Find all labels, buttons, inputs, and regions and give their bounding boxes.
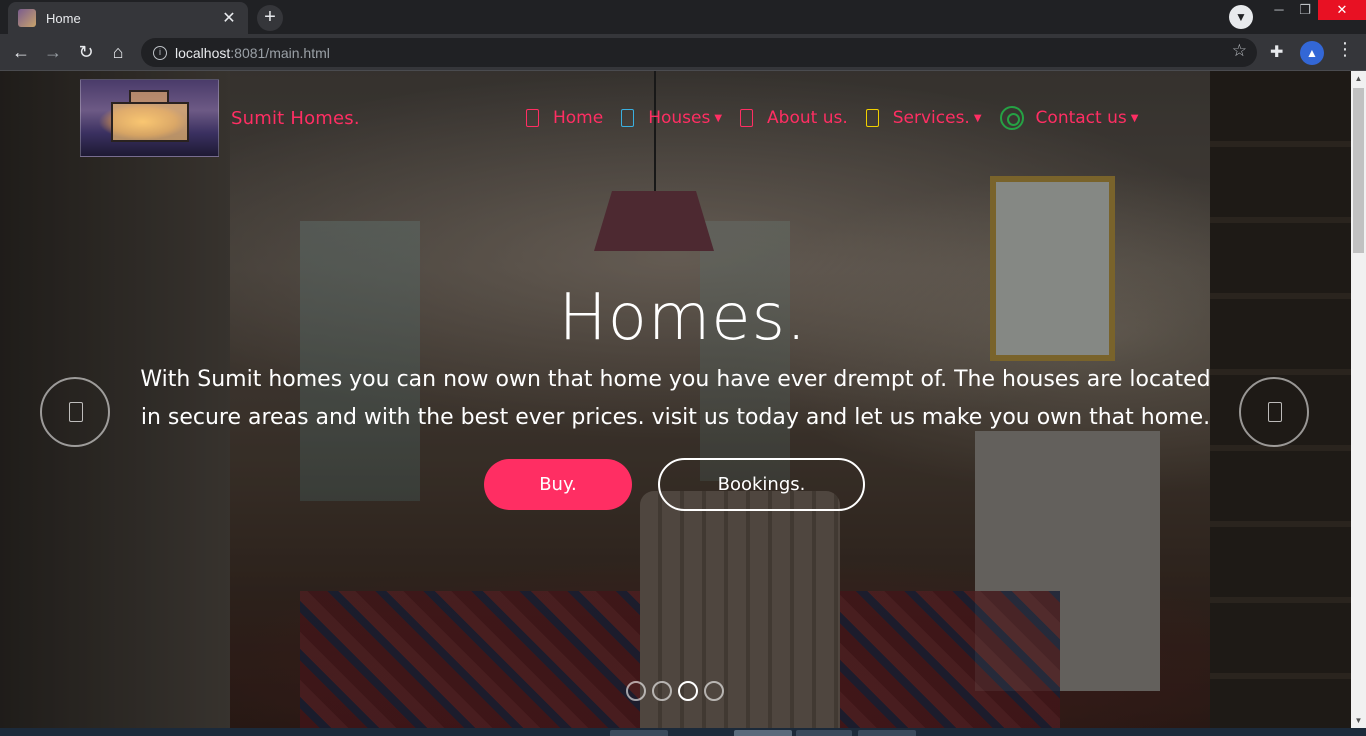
- address-bar[interactable]: i localhost:8081/main.html ☆: [141, 38, 1257, 67]
- caret-down-icon: ▼: [973, 112, 982, 124]
- carousel-indicator[interactable]: [652, 681, 672, 701]
- taskbar-item[interactable]: [734, 730, 792, 736]
- url-host: localhost: [175, 44, 231, 61]
- reload-icon[interactable]: ↻: [74, 40, 98, 64]
- extensions-icon[interactable]: ✚: [1270, 42, 1283, 62]
- browser-tab[interactable]: Home ✕: [8, 2, 248, 34]
- back-icon[interactable]: ←: [9, 40, 33, 64]
- taskbar-item[interactable]: [858, 730, 916, 736]
- favicon-icon: [18, 9, 36, 27]
- services-icon: [865, 109, 879, 127]
- nav-item-label: Home: [553, 108, 604, 128]
- brand-name[interactable]: Sumit Homes.: [231, 108, 360, 129]
- prev-icon: [69, 402, 83, 422]
- carousel-indicator[interactable]: [704, 681, 724, 701]
- hero-description: With Sumit homes you can now own that ho…: [140, 367, 1211, 430]
- carousel-prev-button[interactable]: [40, 377, 110, 447]
- page-viewport: Sumit Homes. Home Houses ▼ About us. Ser…: [0, 71, 1351, 728]
- new-tab-button[interactable]: +: [257, 5, 283, 31]
- caret-down-icon: ▼: [1130, 112, 1139, 124]
- about-icon: [740, 109, 754, 127]
- tab-strip: Home ✕ + ▼ ─ ❐ ✕: [0, 0, 1366, 34]
- menu-kebab-icon[interactable]: ⋮: [1336, 39, 1354, 60]
- bookmark-star-icon[interactable]: ☆: [1232, 41, 1247, 61]
- nav-item-label: Contact us: [1035, 108, 1127, 128]
- nav-item-label: About us.: [767, 108, 848, 128]
- nav-item-about[interactable]: About us.: [740, 108, 848, 128]
- houses-icon: [621, 109, 635, 127]
- profile-avatar[interactable]: ▲: [1300, 41, 1324, 65]
- whatsapp-icon: [999, 106, 1024, 130]
- scroll-thumb[interactable]: [1353, 88, 1364, 253]
- nav-item-services[interactable]: Services. ▼: [865, 108, 982, 128]
- nav-item-contact[interactable]: Contact us ▼: [999, 106, 1139, 130]
- next-icon: [1268, 402, 1282, 422]
- home-button-icon[interactable]: ⌂: [106, 40, 130, 64]
- brand-logo-image[interactable]: [80, 79, 219, 157]
- main-nav: Home Houses ▼ About us. Services. ▼ Cont…: [526, 104, 1156, 132]
- nav-item-label: Services.: [892, 108, 970, 128]
- carousel-indicator[interactable]: [626, 681, 646, 701]
- home-icon: [526, 109, 539, 127]
- hero-title: Homes.: [558, 281, 808, 355]
- tab-close-icon[interactable]: ✕: [220, 8, 238, 28]
- nav-item-houses[interactable]: Houses ▼: [621, 108, 722, 128]
- caret-down-icon: ▼: [714, 112, 723, 124]
- close-window-button[interactable]: ✕: [1318, 0, 1366, 20]
- taskbar-item[interactable]: [610, 730, 668, 736]
- nav-item-label: Houses: [648, 108, 711, 128]
- taskbar-item[interactable]: [796, 730, 852, 736]
- scroll-up-icon[interactable]: ▲: [1351, 71, 1366, 86]
- nav-item-home[interactable]: Home: [526, 108, 603, 128]
- site-info-icon[interactable]: i: [153, 45, 167, 60]
- scroll-down-icon[interactable]: ▼: [1351, 713, 1366, 728]
- vertical-scrollbar[interactable]: ▲ ▼: [1351, 71, 1366, 728]
- carousel-indicator-active[interactable]: [678, 681, 698, 701]
- maximize-button[interactable]: ❐: [1292, 0, 1318, 20]
- tab-title: Home: [46, 10, 81, 26]
- browser-toolbar: ← → ↻ ⌂ i localhost:8081/main.html ☆ ✚ ▲…: [0, 34, 1366, 71]
- bookings-button[interactable]: Bookings.: [658, 458, 865, 511]
- minimize-button[interactable]: ─: [1266, 0, 1292, 20]
- forward-icon[interactable]: →: [41, 40, 65, 64]
- url-path: :8081/main.html: [230, 44, 330, 61]
- carousel-indicators: [626, 681, 730, 701]
- os-taskbar: [0, 728, 1366, 736]
- tab-search-icon[interactable]: ▼: [1229, 5, 1253, 29]
- buy-button[interactable]: Buy.: [484, 459, 632, 510]
- carousel-next-button[interactable]: [1239, 377, 1309, 447]
